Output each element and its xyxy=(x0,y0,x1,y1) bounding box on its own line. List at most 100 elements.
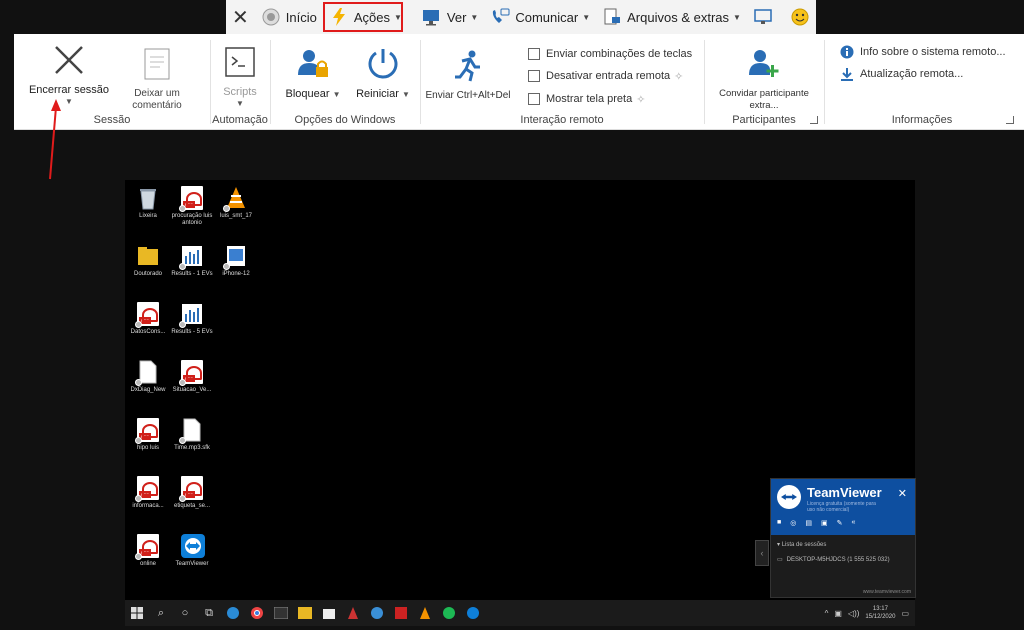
teamviewer-toolbar: ■ ◎ ▤ ▣ ✎ « xyxy=(777,519,855,527)
desktop-icon[interactable]: TeamViewer xyxy=(169,534,215,568)
search-icon[interactable]: ⌕ xyxy=(149,600,173,626)
pdf-file-icon: PDF xyxy=(135,476,159,502)
desktop-icon[interactable]: luis_smt_17 xyxy=(213,186,259,220)
teamviewer-close-button[interactable]: ✕ xyxy=(898,487,907,500)
desktop-icon[interactable]: PDF informaca... xyxy=(125,476,171,510)
notifications-icon[interactable]: ▭ xyxy=(901,609,909,618)
chevron-up-icon[interactable]: ^ xyxy=(825,609,829,618)
teamviewer-header: TeamViewer Licença gratuita (somente par… xyxy=(771,479,915,535)
session-item[interactable]: ▭ DESKTOP-M5HJDCS (1 555 525 032) xyxy=(777,556,909,564)
restart-icon xyxy=(350,44,416,84)
pen-icon[interactable]: ✎ xyxy=(837,519,843,527)
desativar-entrada-label: Desativar entrada remota xyxy=(546,70,671,82)
sync-badge-icon xyxy=(179,263,186,270)
vlc-icon[interactable] xyxy=(413,600,437,626)
convidar-participante-button[interactable]: Convidar participante extra... xyxy=(714,44,814,112)
deixar-comentario-button[interactable]: Deixar um comentário xyxy=(124,44,190,112)
session-list-header[interactable]: ▾ Lista de sessões xyxy=(777,541,909,548)
group-launcher-icon[interactable] xyxy=(1006,116,1014,124)
sync-badge-icon xyxy=(179,437,186,444)
close-session-tab-button[interactable]: ✕ xyxy=(226,0,255,34)
chat-icon[interactable]: ▤ xyxy=(805,519,812,527)
desktop-icon[interactable]: iPhone-12 xyxy=(213,244,259,278)
tab-comunicar-label: Comunicar xyxy=(515,9,579,25)
feedback-button[interactable] xyxy=(784,0,821,34)
pdf-file-icon: PDF xyxy=(179,476,203,502)
collapse-icon[interactable]: « xyxy=(851,519,855,527)
sync-badge-icon xyxy=(135,379,142,386)
atualizacao-label: Atualização remota... xyxy=(860,68,964,80)
file-explorer-icon[interactable] xyxy=(293,600,317,626)
desktop-icon-label: informaca... xyxy=(132,503,164,509)
panel-collapse-handle[interactable]: ‹ xyxy=(755,540,769,566)
enviar-combinacoes-checkbox[interactable]: Enviar combinações de teclas xyxy=(528,46,692,62)
files-icon[interactable]: ▣ xyxy=(821,519,828,527)
file-transfer-icon xyxy=(602,7,622,27)
info-sistema-remoto-button[interactable]: Info sobre o sistema remoto... xyxy=(840,44,1006,60)
enviar-combinacoes-label: Enviar combinações de teclas xyxy=(546,48,693,60)
chevron-down-icon: ▼ xyxy=(582,12,591,22)
sync-badge-icon xyxy=(223,205,230,212)
reiniciar-label: Reiniciar xyxy=(356,88,399,100)
desktop-icon[interactable]: Lixeira xyxy=(125,186,171,220)
edge-icon[interactable] xyxy=(221,600,245,626)
desativar-entrada-checkbox[interactable]: Desativar entrada remota ✧ xyxy=(528,68,683,84)
desktop-icon[interactable]: Doutorado xyxy=(125,244,171,278)
enviar-ctrl-alt-del-button[interactable]: Enviar Ctrl+Alt+Del xyxy=(424,46,512,102)
tab-arquivos[interactable]: Arquivos & extras ▼ xyxy=(596,0,747,34)
browser-icon[interactable] xyxy=(365,600,389,626)
desktop-icon[interactable]: PDF online xyxy=(125,534,171,568)
atualizacao-remota-button[interactable]: Atualização remota... xyxy=(840,66,963,82)
teamviewer-footer-link[interactable]: www.teamviewer.com xyxy=(863,589,911,595)
group-launcher-icon[interactable] xyxy=(810,116,818,124)
tab-bar: ✕ Início Ações ▼ Ver ▼ Comunicar ▼ Arqui… xyxy=(226,0,816,34)
clock-date: 15/12/2020 xyxy=(865,614,896,620)
tab-acoes[interactable]: Ações ▼ xyxy=(322,0,408,34)
desktop-icon[interactable]: PDF hipo luis xyxy=(125,418,171,452)
desktop-icon[interactable]: PDF DatosCons... xyxy=(125,302,171,336)
windows-start-icon[interactable] xyxy=(125,600,149,626)
desktop-icon[interactable]: DxDiag_New xyxy=(125,360,171,394)
tab-inicio[interactable]: Início xyxy=(255,0,323,34)
pin-icon: ✧ xyxy=(674,70,684,83)
screen-toggle-button[interactable] xyxy=(747,0,784,34)
screen-icon xyxy=(753,7,773,27)
pin-icon: ✧ xyxy=(636,93,646,106)
desktop-icon[interactable]: PDF etiqueta_se... xyxy=(169,476,215,510)
teamviewer-taskbar-icon[interactable] xyxy=(461,600,485,626)
group-automacao: Scripts ▼ Automação xyxy=(210,34,270,130)
app-icon[interactable] xyxy=(341,600,365,626)
store-icon[interactable] xyxy=(317,600,341,626)
tab-ver[interactable]: Ver ▼ xyxy=(416,0,484,34)
chrome-icon[interactable] xyxy=(245,600,269,626)
sync-badge-icon xyxy=(179,495,186,502)
desktop-icon[interactable]: PDF Situacao_Ve... xyxy=(169,360,215,394)
spotify-icon[interactable] xyxy=(437,600,461,626)
app-red-icon[interactable] xyxy=(389,600,413,626)
cortana-icon[interactable]: ○ xyxy=(173,600,197,626)
desktop-icon[interactable]: Results - 1 EVs xyxy=(169,244,215,278)
clock[interactable]: 13:17 15/12/2020 xyxy=(865,605,895,621)
network-icon[interactable]: ▣ xyxy=(834,609,842,618)
tab-comunicar[interactable]: Comunicar ▼ xyxy=(484,0,596,34)
desktop-icon-label: online xyxy=(139,561,156,567)
scripts-button[interactable]: Scripts ▼ xyxy=(216,42,264,110)
lock-user-icon xyxy=(280,44,346,84)
terminal-icon xyxy=(216,42,264,82)
teamviewer-panel: TeamViewer Licença gratuita (somente par… xyxy=(770,478,916,598)
folder-icon xyxy=(137,244,159,268)
reiniciar-button[interactable]: Reiniciar ▼ xyxy=(350,44,416,101)
headset-icon[interactable]: ◎ xyxy=(790,519,796,527)
desktop-icon[interactable]: PDF procuração luis antonio xyxy=(169,186,215,227)
volume-icon[interactable]: ◁)) xyxy=(848,609,859,618)
mostrar-tela-preta-checkbox[interactable]: Mostrar tela preta ✧ xyxy=(528,91,645,107)
bloquear-button[interactable]: Bloquear ▼ xyxy=(280,44,346,101)
task-view-icon[interactable]: ⧉ xyxy=(197,600,221,626)
video-icon[interactable]: ■ xyxy=(777,519,781,527)
terminal-app-icon[interactable] xyxy=(269,600,293,626)
teamviewer-app-icon xyxy=(181,534,205,558)
desktop-icon-label: etiqueta_se... xyxy=(173,503,211,509)
desktop-icon[interactable]: Time.mp3.sfk xyxy=(169,418,215,452)
teamviewer-logo-icon xyxy=(777,485,801,509)
desktop-icon[interactable]: Results - 5 EVs xyxy=(169,302,215,336)
